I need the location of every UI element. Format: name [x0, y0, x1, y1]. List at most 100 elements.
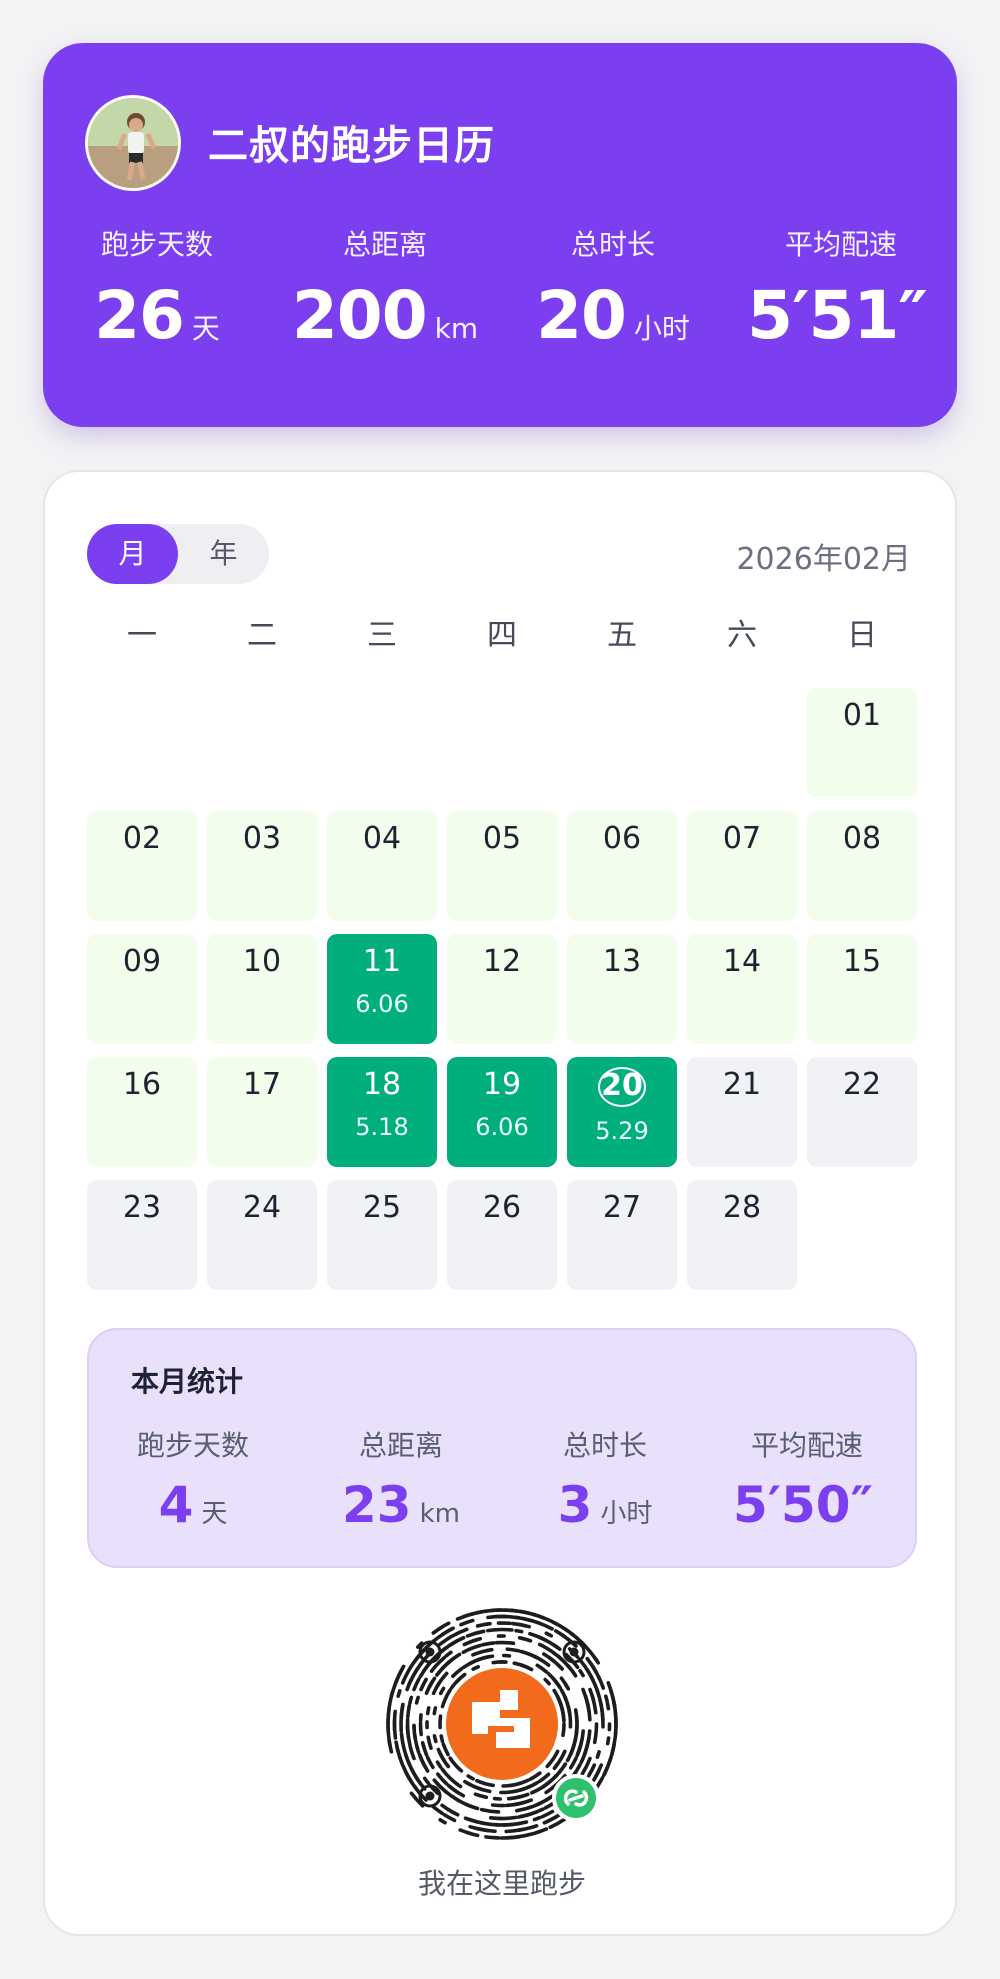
stat-value: 200: [291, 277, 428, 354]
runner-avatar-icon: [88, 98, 178, 188]
day-number: 03: [242, 821, 282, 856]
day-distance: 5.18: [355, 1113, 409, 1141]
stat-label: 总距离: [342, 228, 427, 261]
monthly-stats-panel: 本月统计 跑步天数 4天 总距离 23 km 总时长 3 小时 平均配速 5′50″: [87, 1328, 917, 1568]
day-number: 11: [362, 944, 402, 979]
calendar-day-cell[interactable]: 26: [447, 1180, 557, 1290]
stat-value: 5′51″: [747, 277, 928, 354]
day-number: 09: [122, 944, 162, 979]
calendar-day-cell[interactable]: 08: [807, 811, 917, 921]
day-number: 27: [602, 1190, 642, 1225]
monthly-stat-total-distance: 总距离 23 km: [297, 1424, 505, 1534]
toggle-month[interactable]: 月: [87, 524, 178, 584]
calendar-day-cell[interactable]: 06: [567, 811, 677, 921]
calendar-day-cell[interactable]: 10: [207, 934, 317, 1044]
avatar[interactable]: [85, 95, 181, 191]
stat-unit: km: [434, 312, 479, 345]
day-number: 08: [842, 821, 882, 856]
stat-value: 3: [557, 1476, 593, 1534]
day-number: 05: [482, 821, 522, 856]
calendar-day-cell[interactable]: 13: [567, 934, 677, 1044]
day-number: 19: [482, 1067, 522, 1102]
calendar-day-cell[interactable]: 24: [207, 1180, 317, 1290]
calendar-day-cell[interactable]: 03: [207, 811, 317, 921]
day-distance: 6.06: [355, 990, 409, 1018]
stat-total-distance: 总距离 200 km: [271, 223, 499, 354]
weekday-label: 三: [367, 618, 397, 653]
page-title: 二叔的跑步日历: [208, 123, 495, 169]
stat-total-duration: 总时长 20 小时: [499, 223, 727, 354]
stat-unit: 天: [191, 312, 220, 345]
calendar-day-cell[interactable]: 17: [207, 1057, 317, 1167]
calendar-day-cell[interactable]: 05: [447, 811, 557, 921]
day-number: 23: [122, 1190, 162, 1225]
calendar-day-cell[interactable]: 01: [807, 688, 917, 798]
calendar-day-cell[interactable]: 22: [807, 1057, 917, 1167]
stat-label: 跑步天数: [100, 228, 213, 261]
qr-caption: 我在这里跑步: [417, 1867, 586, 1900]
calendar-day-cell[interactable]: 19 6.06: [447, 1057, 557, 1167]
calendar-day-cell[interactable]: 25: [327, 1180, 437, 1290]
calendar-day-cell[interactable]: 27: [567, 1180, 677, 1290]
day-number: 04: [362, 821, 402, 856]
stat-unit: 天: [201, 1499, 228, 1529]
day-number: 18: [362, 1067, 402, 1102]
stat-label: 总时长: [570, 228, 655, 261]
day-number: 13: [602, 944, 642, 979]
calendar-day-cell[interactable]: 04: [327, 811, 437, 921]
day-number: 15: [842, 944, 882, 979]
stat-value: 23: [342, 1476, 412, 1534]
weekday-label: 日: [847, 618, 877, 653]
calendar-day-cell[interactable]: 07: [687, 811, 797, 921]
calendar-card: 月 年 2026年02月 一 二 三 四 五 六 日 01 02 03 04 05 06 0…: [43, 470, 957, 1936]
calendar-day-cell[interactable]: 09: [87, 934, 197, 1044]
day-number: 10: [242, 944, 282, 979]
stat-value: 20: [536, 277, 627, 354]
calendar-day-cell[interactable]: 11 6.06: [327, 934, 437, 1044]
day-number: 24: [242, 1190, 282, 1225]
stat-value: 4: [158, 1476, 194, 1534]
calendar-day-cell[interactable]: 20 5.29: [567, 1057, 677, 1167]
stat-label: 跑步天数: [136, 1429, 249, 1462]
stat-value: 5′50″: [733, 1476, 873, 1534]
month-label[interactable]: 2026年02月: [736, 534, 911, 578]
monthly-stats-title: 本月统计: [131, 1365, 244, 1398]
day-distance: 5.29: [595, 1117, 649, 1145]
day-number: 20: [567, 1067, 677, 1107]
monthly-stat-total-duration: 总时长 3 小时: [501, 1424, 709, 1534]
monthly-stat-run-days: 跑步天数 4天: [89, 1424, 297, 1534]
monthly-stat-average-pace: 平均配速 5′50″: [703, 1424, 911, 1534]
stat-unit: km: [419, 1499, 460, 1529]
day-number: 14: [722, 944, 762, 979]
mini-program-qr-code-icon[interactable]: [384, 1606, 620, 1842]
day-number: 26: [482, 1190, 522, 1225]
day-number: 01: [842, 698, 882, 733]
stat-label: 总时长: [562, 1429, 647, 1462]
calendar-grid: 01 02 03 04 05 06 07 08 09 10 11 6.06 12 13 14 15 16 17 18…: [87, 688, 917, 1290]
calendar-day-cell[interactable]: 21: [687, 1057, 797, 1167]
day-number: 07: [722, 821, 762, 856]
calendar-day-cell[interactable]: 02: [87, 811, 197, 921]
day-number: 06: [602, 821, 642, 856]
stat-value: 26: [94, 277, 185, 354]
calendar-day-cell[interactable]: 14: [687, 934, 797, 1044]
day-number: 25: [362, 1190, 402, 1225]
stat-label: 平均配速: [750, 1429, 863, 1462]
calendar-day-cell[interactable]: 12: [447, 934, 557, 1044]
calendar-day-cell[interactable]: 28: [687, 1180, 797, 1290]
day-number: 12: [482, 944, 522, 979]
weekday-label: 五: [607, 618, 637, 653]
day-number: 22: [842, 1067, 882, 1102]
weekday-label: 四: [487, 618, 517, 653]
calendar-day-cell[interactable]: 23: [87, 1180, 197, 1290]
day-number: 21: [722, 1067, 762, 1102]
stat-unit: 小时: [633, 312, 690, 345]
calendar-day-cell[interactable]: 16: [87, 1057, 197, 1167]
calendar-day-cell[interactable]: 18 5.18: [327, 1057, 437, 1167]
qr-code-graphic: [386, 1608, 618, 1840]
day-number: 28: [722, 1190, 762, 1225]
weekday-header: 一 二 三 四 五 六 日: [87, 610, 917, 660]
stat-unit: 小时: [600, 1499, 653, 1529]
calendar-day-cell[interactable]: 15: [807, 934, 917, 1044]
toggle-year[interactable]: 年: [178, 524, 269, 584]
